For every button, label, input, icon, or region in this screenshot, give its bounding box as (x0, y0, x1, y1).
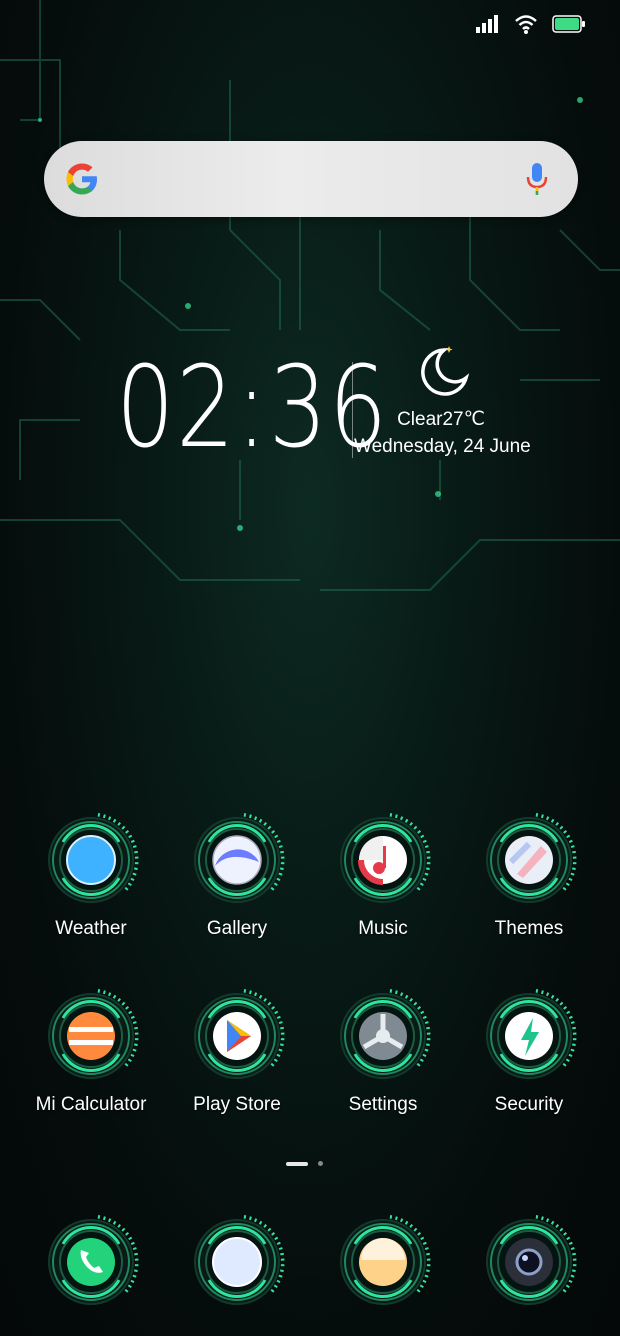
page-indicator-dot (318, 1161, 323, 1166)
app-label: Play Store (193, 1094, 281, 1115)
messages-icon (189, 1214, 285, 1310)
app-music[interactable]: Music (310, 812, 456, 940)
google-logo-icon (66, 163, 97, 195)
app-weather[interactable]: Weather (18, 812, 164, 940)
page-indicator (286, 1161, 323, 1166)
app-settings[interactable]: Settings (310, 988, 456, 1116)
app-label: Gallery (206, 918, 268, 939)
app-label: Settings (348, 1094, 418, 1115)
phone-icon (43, 1214, 139, 1310)
app-gallery[interactable]: Gallery (164, 812, 310, 940)
app-label: Themes (494, 918, 564, 939)
app-security[interactable]: Security (456, 988, 602, 1116)
app-label: Weather (55, 918, 127, 939)
camera-icon (481, 1214, 577, 1310)
battery-icon (552, 15, 585, 33)
moon-icon (421, 346, 470, 396)
mic-icon[interactable] (526, 162, 548, 196)
play-store-icon (189, 988, 285, 1084)
weather-icon (43, 812, 139, 908)
clock-time[interactable]: 02:36 (116, 352, 389, 464)
calculator-icon (43, 988, 139, 1084)
date-label: Wednesday, 24 June (354, 436, 531, 457)
wifi-icon (515, 15, 537, 34)
app-mi-calculator[interactable]: Mi Calculator (18, 988, 164, 1116)
dock-browser-button[interactable] (310, 1214, 456, 1310)
app-themes[interactable]: Themes (456, 812, 602, 940)
music-icon (335, 812, 431, 908)
dock-camera-button[interactable] (456, 1214, 602, 1310)
app-play-store[interactable]: Play Store (164, 988, 310, 1116)
app-label: Security (494, 1094, 564, 1115)
dock-phone-button[interactable] (18, 1214, 164, 1310)
page-indicator-active (286, 1161, 308, 1166)
security-icon (481, 988, 577, 1084)
browser-icon (335, 1214, 431, 1310)
weather-condition: Clear27℃ (397, 409, 485, 430)
signal-icon (476, 15, 498, 33)
status-bar (476, 14, 586, 34)
google-search-bar[interactable] (44, 141, 578, 217)
dock-messages-button[interactable] (164, 1214, 310, 1310)
app-label: Mi Calculator (35, 1094, 147, 1115)
app-label: Music (358, 918, 408, 939)
clock-divider (352, 362, 353, 458)
settings-icon (335, 988, 431, 1084)
themes-icon (481, 812, 577, 908)
gallery-icon (189, 812, 285, 908)
